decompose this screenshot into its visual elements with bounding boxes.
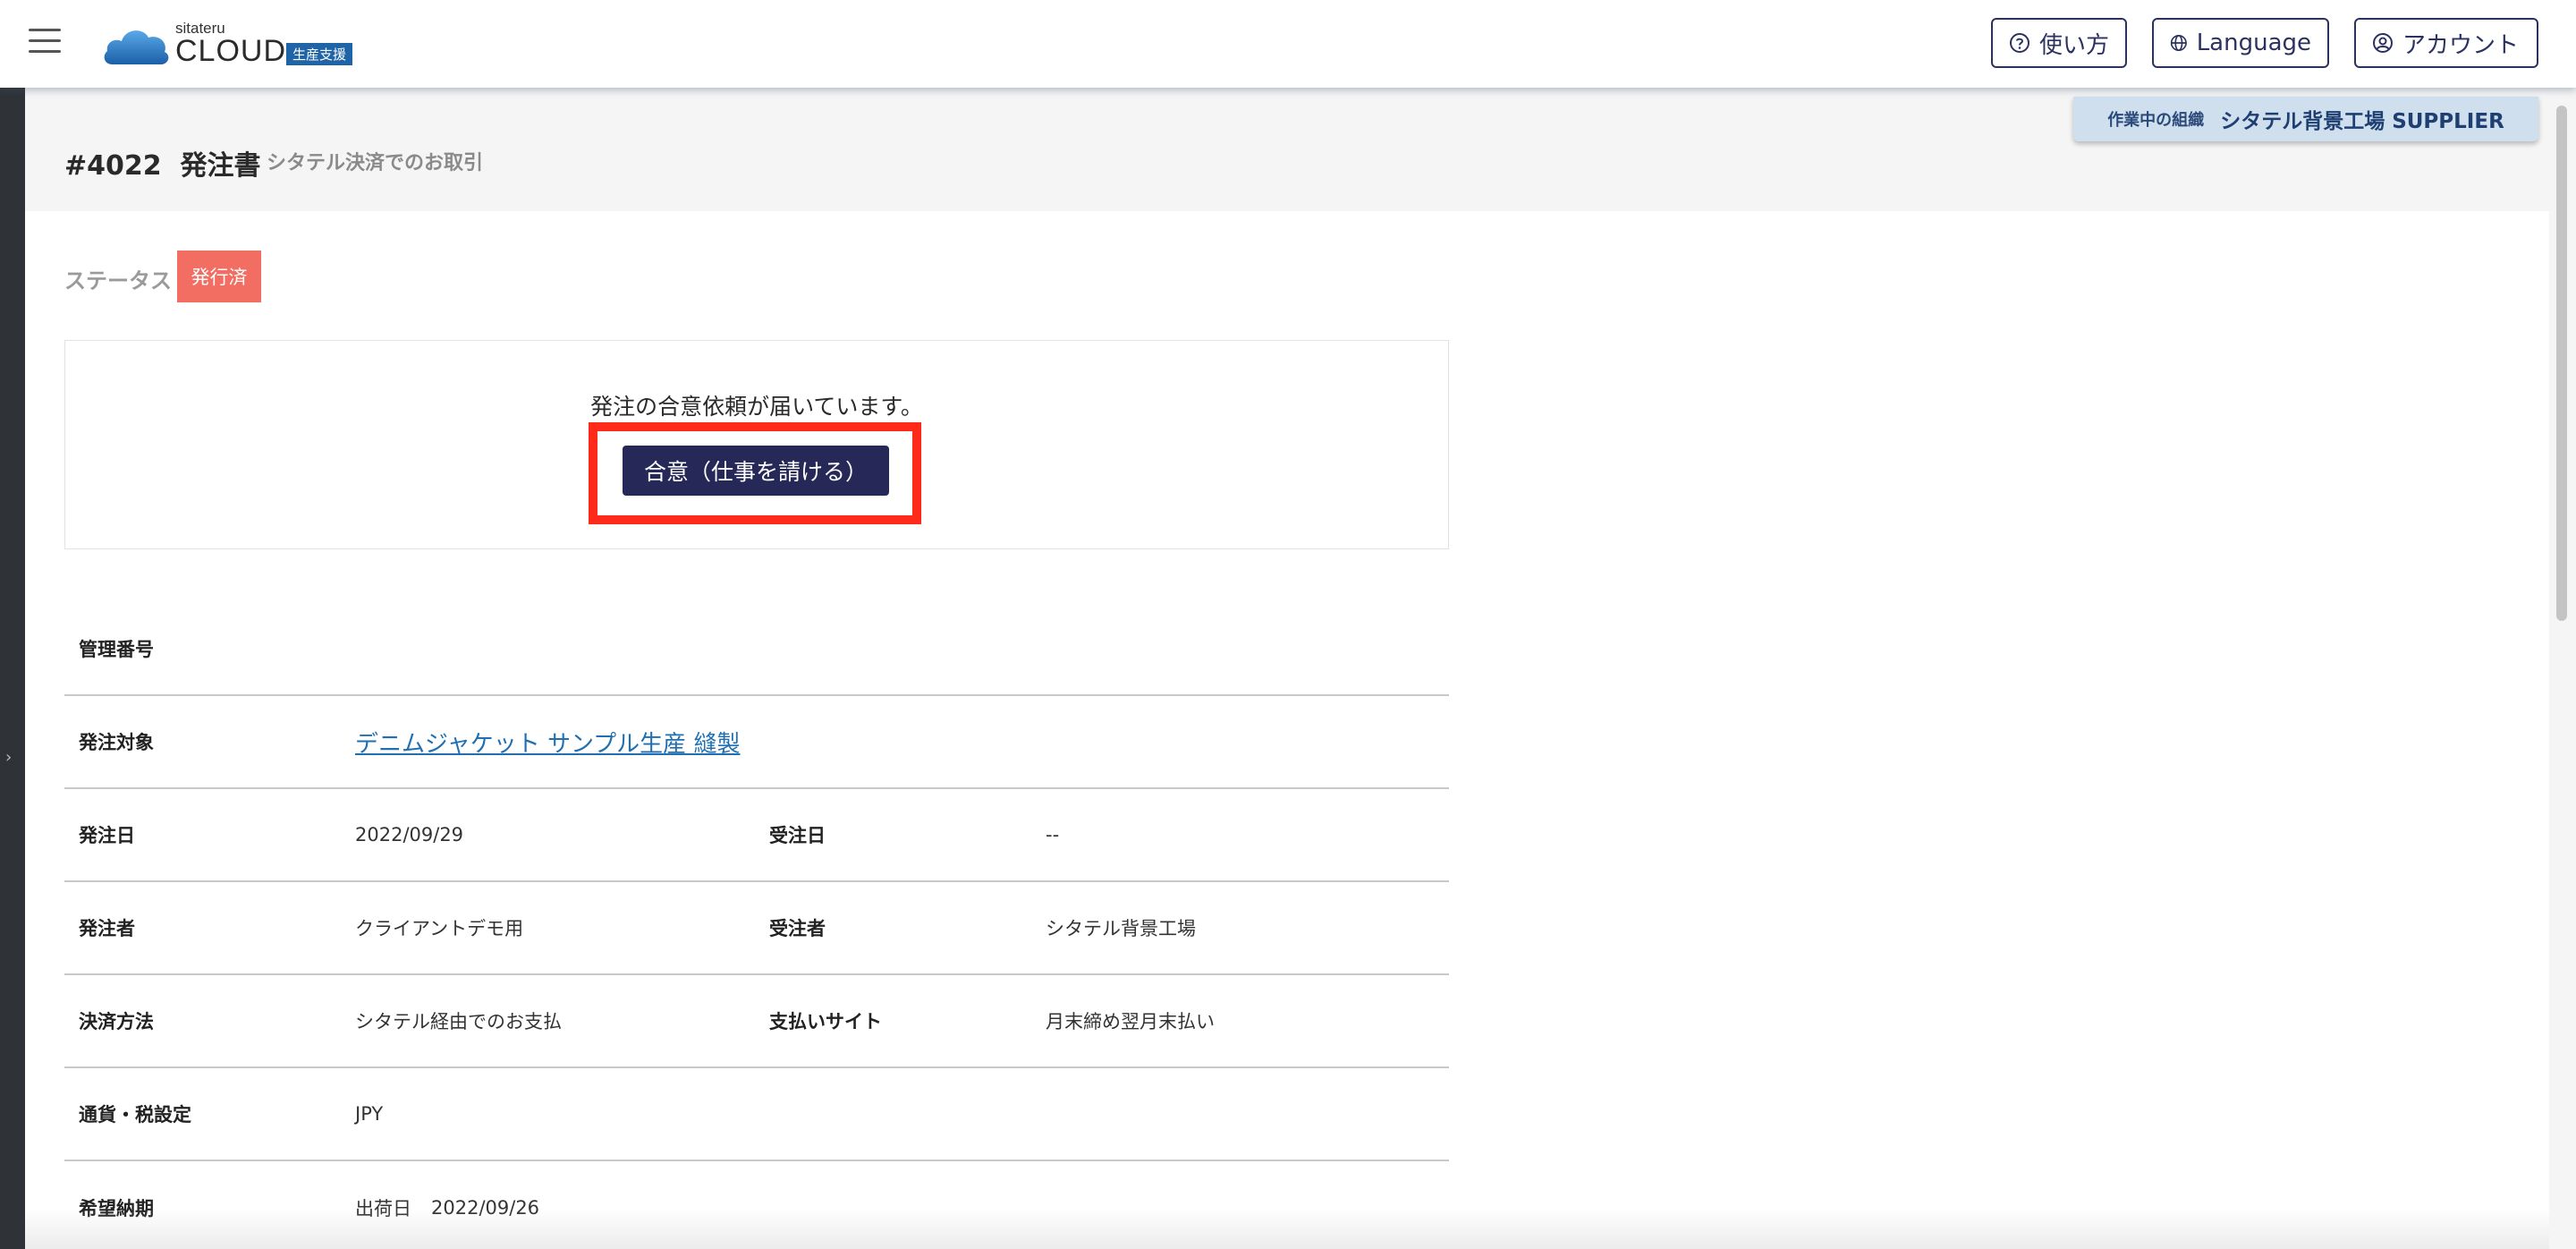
- sitateru-cloud-logo[interactable]: sitateru CLOUD 生産支援: [100, 18, 369, 72]
- sidebar-collapsed-rail[interactable]: ›: [0, 88, 25, 1249]
- accept-date-value: --: [1046, 824, 1060, 845]
- order-target-label: 発注対象: [79, 732, 154, 753]
- logo-tag: 生産支援: [286, 43, 353, 65]
- status-badge: 発行済: [177, 251, 261, 302]
- help-button[interactable]: 使い方: [1991, 18, 2127, 68]
- accept-date-label: 受注日: [769, 825, 826, 846]
- receiver-label: 受注者: [769, 918, 826, 939]
- chevron-right-icon[interactable]: ›: [5, 748, 12, 767]
- order-details-table: 管理番号 発注対象 デニムジャケット サンプル生産 縫製 発注日 2022/09…: [64, 603, 1449, 1249]
- help-label: 使い方: [2039, 31, 2110, 59]
- menu-icon[interactable]: [29, 29, 61, 55]
- orderer-label: 発注者: [79, 918, 135, 939]
- currency-tax-label: 通貨・税設定: [79, 1104, 191, 1126]
- order-date-value: 2022/09/29: [355, 824, 464, 845]
- agree-accept-job-button[interactable]: 合意（仕事を請ける）: [623, 446, 889, 496]
- table-row: 決済方法 シタテル経由でのお支払 支払いサイト 月末締め翌月末払い: [64, 975, 1449, 1068]
- top-header: sitateru CLOUD 生産支援 使い方 Language アカウント: [0, 0, 2576, 88]
- payment-method-value: シタテル経由でのお支払: [355, 1011, 562, 1032]
- receiver-value: シタテル背景工場: [1046, 918, 1196, 939]
- bottom-fade: [25, 1208, 2549, 1249]
- account-label: アカウント: [2402, 31, 2520, 59]
- current-organization-badge: 作業中の組織 シタテル背景工場 SUPPLIER: [2073, 97, 2538, 141]
- page-subtitle: シタテル決済でのお取引: [267, 152, 484, 174]
- table-row: 発注対象 デニムジャケット サンプル生産 縫製: [64, 696, 1449, 789]
- org-label: 作業中の組織: [2107, 111, 2205, 130]
- page-title: #4022 発注書: [64, 150, 261, 182]
- account-button[interactable]: アカウント: [2354, 18, 2538, 68]
- payment-site-label: 支払いサイト: [769, 1011, 882, 1032]
- orderer-value: クライアントデモ用: [355, 918, 524, 939]
- table-row: 発注日 2022/09/29 受注日 --: [64, 789, 1449, 882]
- payment-site-value: 月末締め翌月末払い: [1046, 1011, 1215, 1032]
- user-circle-icon: [2373, 33, 2393, 53]
- order-target-link[interactable]: デニムジャケット サンプル生産 縫製: [355, 726, 740, 759]
- language-button[interactable]: Language: [2152, 18, 2329, 68]
- payment-method-label: 決済方法: [79, 1011, 154, 1032]
- globe-icon: [2170, 34, 2187, 52]
- table-row: 管理番号: [64, 603, 1449, 696]
- org-name: シタテル背景工場 SUPPLIER: [2220, 110, 2504, 133]
- order-date-label: 発注日: [79, 825, 135, 846]
- management-number-label: 管理番号: [79, 639, 154, 660]
- table-row: 通貨・税設定 JPY: [64, 1068, 1449, 1161]
- table-row: 発注者 クライアントデモ用 受注者 シタテル背景工場: [64, 882, 1449, 975]
- language-label: Language: [2196, 30, 2311, 56]
- agreement-message: 発注の合意依頼が届いています。: [590, 394, 923, 420]
- scrollbar-thumb[interactable]: [2556, 106, 2567, 621]
- status-label: ステータス: [64, 268, 172, 293]
- cloud-logo-icon: [104, 30, 169, 64]
- question-circle-icon: [2010, 33, 2029, 53]
- currency-tax-value: JPY: [355, 1103, 384, 1125]
- logo-big-text: CLOUD: [175, 34, 287, 68]
